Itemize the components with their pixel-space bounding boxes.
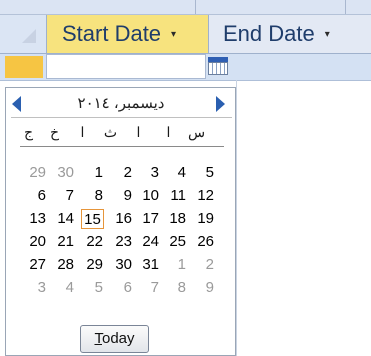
weekday-header: س (187, 124, 206, 140)
day-cell[interactable]: 14 (52, 209, 74, 229)
day-cell[interactable]: 23 (110, 232, 132, 252)
chevron-down-icon[interactable]: ▾ (325, 29, 330, 40)
day-cell[interactable]: 5 (81, 278, 103, 298)
day-cell[interactable]: 4 (52, 278, 74, 298)
day-cell[interactable]: 21 (52, 232, 74, 252)
day-cell[interactable]: 2 (192, 255, 214, 275)
select-all-corner[interactable] (0, 15, 45, 53)
day-cell[interactable]: 3 (24, 278, 46, 298)
calendar-grid-icon (208, 62, 228, 75)
today-button[interactable]: Today (80, 325, 149, 353)
day-cell-today[interactable]: 15 (81, 209, 104, 229)
day-cell[interactable]: 3 (137, 163, 159, 183)
day-cell[interactable]: 10 (137, 186, 159, 206)
day-cell[interactable]: 18 (164, 209, 186, 229)
day-cell[interactable]: 17 (137, 209, 159, 229)
day-cell[interactable]: 26 (192, 232, 214, 252)
corner-triangle-icon (22, 29, 36, 43)
day-cell[interactable]: 4 (164, 163, 186, 183)
day-cell[interactable]: 8 (81, 186, 103, 206)
column-header-end-date[interactable]: End Date ▾ (208, 15, 371, 53)
new-record-row (0, 54, 371, 81)
column-header-row: Start Date ▾ End Date ▾ (0, 14, 371, 54)
column-header-label: End Date (223, 21, 315, 46)
day-cell[interactable]: 25 (164, 232, 186, 252)
column-header-start-date[interactable]: Start Date ▾ (46, 15, 208, 53)
day-cell[interactable]: 31 (137, 255, 159, 275)
day-cell[interactable]: 9 (110, 186, 132, 206)
day-cell[interactable]: 16 (110, 209, 132, 229)
day-cell[interactable]: 29 (24, 163, 46, 183)
next-month-icon[interactable] (216, 96, 225, 112)
day-cell[interactable]: 7 (137, 278, 159, 298)
weekday-header: ا (136, 124, 141, 140)
weekday-header: ث (103, 124, 118, 140)
day-cell[interactable]: 6 (24, 186, 46, 206)
row-selector[interactable] (5, 56, 43, 78)
column-header-label: Start Date (62, 21, 162, 46)
today-button-label: oday (101, 330, 135, 347)
day-cell[interactable]: 1 (164, 255, 186, 275)
weekday-header: خ (49, 124, 60, 140)
weekday-header: ج (23, 124, 34, 140)
day-cell[interactable]: 19 (192, 209, 214, 229)
date-picker-button[interactable] (208, 57, 228, 75)
top-header-strip (0, 0, 371, 14)
divider (20, 146, 224, 147)
date-picker-popup: ديسمبر، ٢٠١٤ جخاثااس 29 30 1 2 3 4 5 6 7 8 9 10 11 12… (5, 87, 236, 356)
day-cell[interactable]: 8 (164, 278, 186, 298)
day-cell[interactable]: 27 (24, 255, 46, 275)
popup-edge (236, 80, 237, 356)
column-tab-edge (195, 0, 346, 14)
day-cell[interactable]: 9 (192, 278, 214, 298)
weekday-header: ا (166, 124, 171, 140)
column-tab-edge (45, 0, 196, 14)
today-button-accel: T (94, 330, 102, 347)
month-year-title: ديسمبر، ٢٠١٤ (77, 95, 165, 112)
day-cell[interactable]: 2 (110, 163, 132, 183)
day-cell[interactable]: 13 (24, 209, 46, 229)
previous-month-icon[interactable] (12, 96, 21, 112)
start-date-input[interactable] (46, 54, 206, 79)
day-cell[interactable]: 24 (137, 232, 159, 252)
weekday-header: ا (80, 124, 85, 140)
day-cell[interactable]: 29 (81, 255, 103, 275)
day-cell[interactable]: 12 (192, 186, 214, 206)
day-cell[interactable]: 11 (164, 186, 186, 206)
day-cell[interactable]: 22 (81, 232, 103, 252)
day-cell[interactable]: 30 (52, 163, 74, 183)
day-cell[interactable]: 6 (110, 278, 132, 298)
day-cell[interactable]: 1 (81, 163, 103, 183)
divider (11, 117, 232, 118)
day-cell[interactable]: 5 (192, 163, 214, 183)
day-cell[interactable]: 7 (52, 186, 74, 206)
day-cell[interactable]: 30 (110, 255, 132, 275)
day-cell[interactable]: 20 (24, 232, 46, 252)
day-cell[interactable]: 28 (52, 255, 74, 275)
chevron-down-icon[interactable]: ▾ (171, 29, 176, 40)
